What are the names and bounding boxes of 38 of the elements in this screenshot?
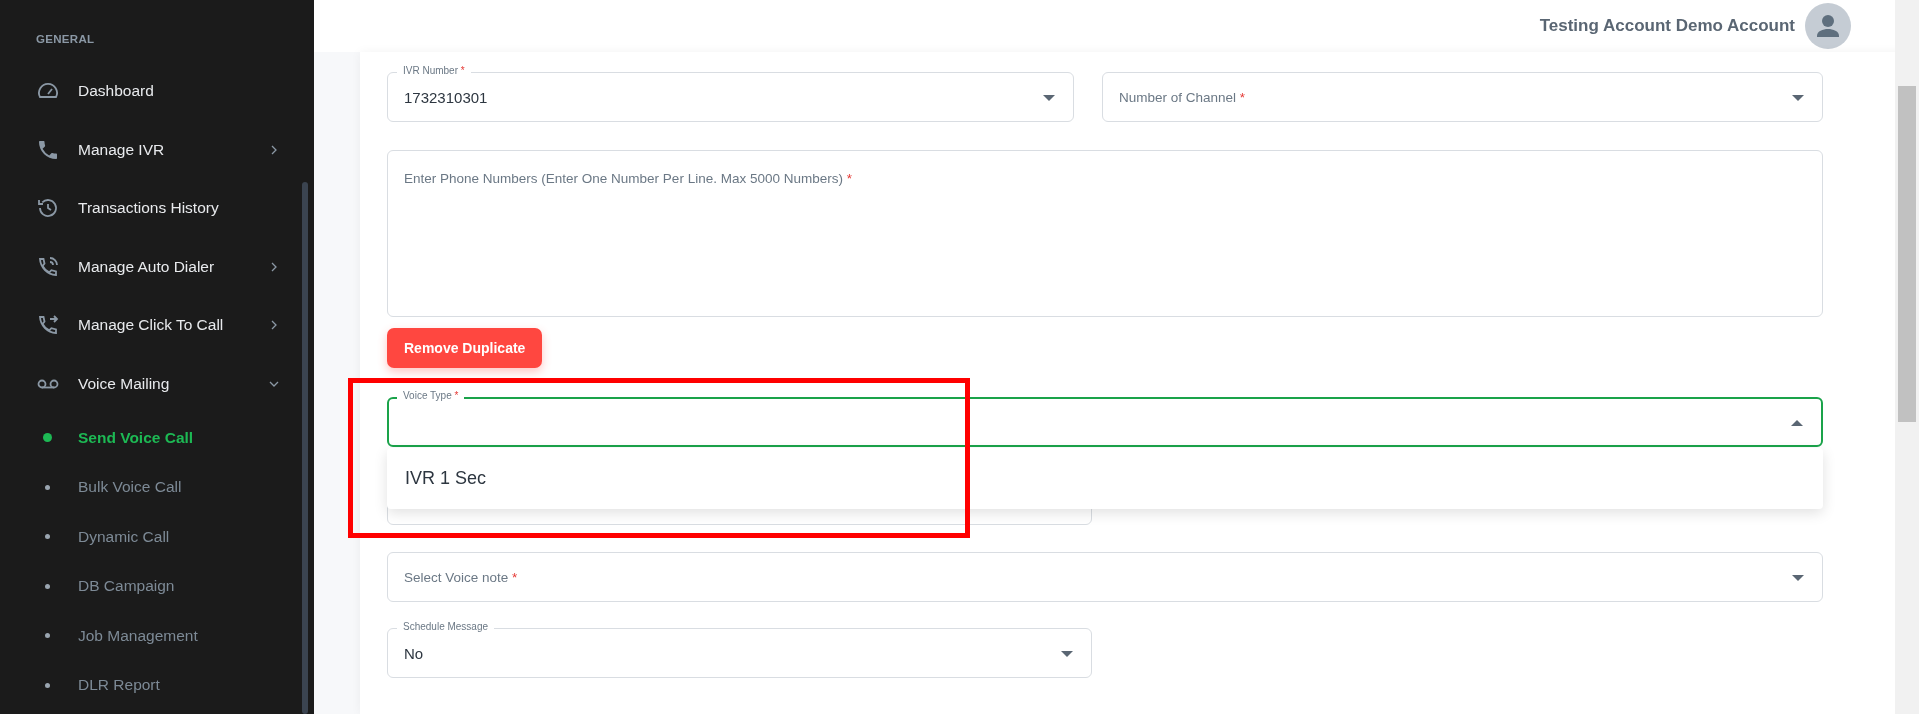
caret-icon [1043,95,1055,101]
nav-item[interactable]: Manage Auto Dialer [0,237,314,296]
nav-subitem[interactable]: Send Voice Call [0,413,314,463]
remove-duplicate-button[interactable]: Remove Duplicate [387,328,543,368]
nav-item[interactable]: Voice Mailing [0,354,314,413]
scrollbar[interactable] [302,182,308,714]
nav-item[interactable]: Manage Click To Call [0,296,314,355]
section-label: GENERAL [35,33,96,45]
user-name: Testing Account Demo Account [1539,16,1795,36]
nav-item[interactable]: Manage IVR [0,120,314,179]
scrollbar[interactable] [1895,0,1919,714]
textarea-field[interactable]: Enter Phone Numbers (Enter One Number Per Line. Max 5000 Numbers) * [387,150,1823,317]
nav-label: Manage Click To Call [78,316,225,335]
caret-icon [1791,420,1803,426]
nav-subitem[interactable]: DLR Report [0,660,314,710]
nav-item[interactable]: Transactions History [0,179,314,238]
dropdown-option[interactable]: IVR 1 Sec [387,448,1823,509]
nav-label: Voice Mailing [78,374,171,393]
nav-subitem[interactable]: Dynamic Call [0,512,314,562]
nav-label: Manage IVR [78,140,166,159]
field-label: Schedule Message [397,620,495,634]
select-field[interactable]: Select Voice note * [387,552,1823,602]
select-field[interactable]: Number of Channel * [1102,72,1823,122]
nav-subitem[interactable]: Job Management [0,611,314,661]
field-value: 1732310301 [404,88,488,106]
nav-item[interactable]: Dashboard [0,62,314,121]
nav-subitem[interactable]: Bulk Voice Call [0,462,314,512]
phone-ring-icon [36,254,60,279]
caret-icon [1061,651,1073,657]
nav-label: Transactions History [78,199,220,218]
caret-icon [1792,95,1804,101]
field-label: Voice Type * [397,389,465,403]
avatar-icon[interactable] [1805,3,1851,49]
caret-icon [1792,575,1804,581]
nav-subitem[interactable]: DB Campaign [0,561,314,611]
nav-label: Dashboard [78,82,155,101]
nav-label: Manage Auto Dialer [78,257,216,276]
field-value: No [404,644,424,662]
